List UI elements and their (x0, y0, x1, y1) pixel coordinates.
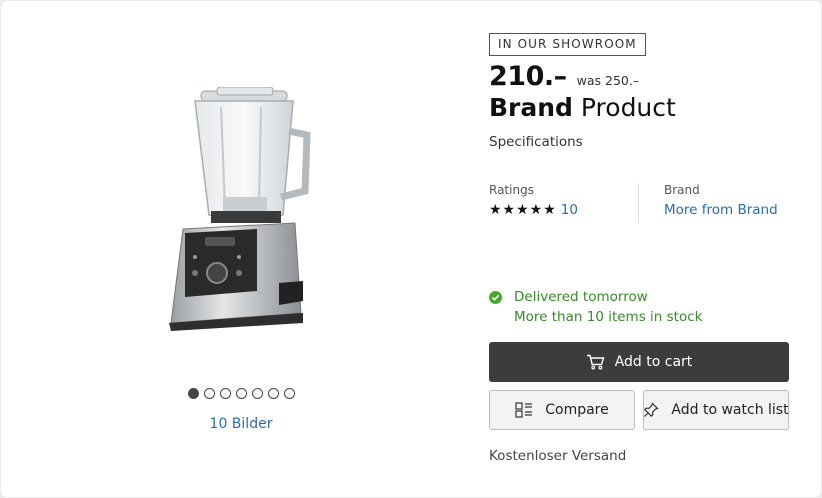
image-count-link[interactable]: 10 Bilder (1, 416, 481, 432)
star-icons: ★★★★★ (489, 202, 557, 218)
gallery-dot[interactable] (188, 388, 199, 399)
compare-button[interactable]: Compare (489, 390, 635, 430)
gallery-dot[interactable] (284, 388, 295, 399)
specifications-link[interactable]: Specifications (489, 134, 583, 150)
product-brand: Brand (489, 93, 573, 122)
ratings-label: Ratings (489, 183, 534, 197)
gallery-dot[interactable] (204, 388, 215, 399)
brand-section: Brand More from Brand (664, 183, 778, 218)
product-image[interactable] (161, 86, 321, 337)
cart-icon (586, 354, 605, 370)
showroom-badge: IN OUR SHOWROOM (489, 33, 646, 56)
product-name: Product (580, 93, 676, 122)
delivery-status: Delivered tomorrow (514, 289, 648, 305)
watch-list-label: Add to watch list (671, 402, 789, 418)
rating-stars[interactable]: ★★★★★ 10 (489, 202, 578, 218)
gallery-pagination (188, 388, 295, 399)
add-to-cart-label: Add to cart (614, 354, 693, 370)
rating-count[interactable]: 10 (561, 202, 578, 218)
more-from-brand-link[interactable]: More from Brand (664, 202, 778, 218)
pin-icon (643, 402, 660, 418)
delivery-info: Delivered tomorrow More than 10 items in… (489, 287, 702, 327)
current-price: 210.– (489, 61, 567, 92)
stock-status: More than 10 items in stock (514, 309, 703, 325)
price-row: 210.– was 250.– (489, 61, 639, 92)
compare-icon (515, 402, 533, 418)
product-meta: Ratings ★★★★★ 10 Brand More from Brand (489, 183, 791, 223)
brand-label: Brand (664, 183, 700, 197)
shipping-info: Kostenloser Versand (489, 448, 627, 464)
ratings-section: Ratings ★★★★★ 10 (489, 183, 578, 218)
add-to-watch-list-button[interactable]: Add to watch list (643, 390, 789, 430)
product-card: 10 Bilder IN OUR SHOWROOM 210.– was 250.… (1, 1, 821, 497)
meta-divider (638, 183, 639, 223)
gallery-dot[interactable] (252, 388, 263, 399)
gallery-dot[interactable] (236, 388, 247, 399)
gallery-dot[interactable] (220, 388, 231, 399)
gallery-dot[interactable] (268, 388, 279, 399)
product-gallery: 10 Bilder (1, 1, 481, 497)
check-circle-icon (489, 290, 502, 304)
was-price: was 250.– (576, 73, 640, 88)
product-title: Brand Product (489, 93, 676, 122)
add-to-cart-button[interactable]: Add to cart (489, 342, 789, 382)
compare-label: Compare (545, 402, 609, 418)
